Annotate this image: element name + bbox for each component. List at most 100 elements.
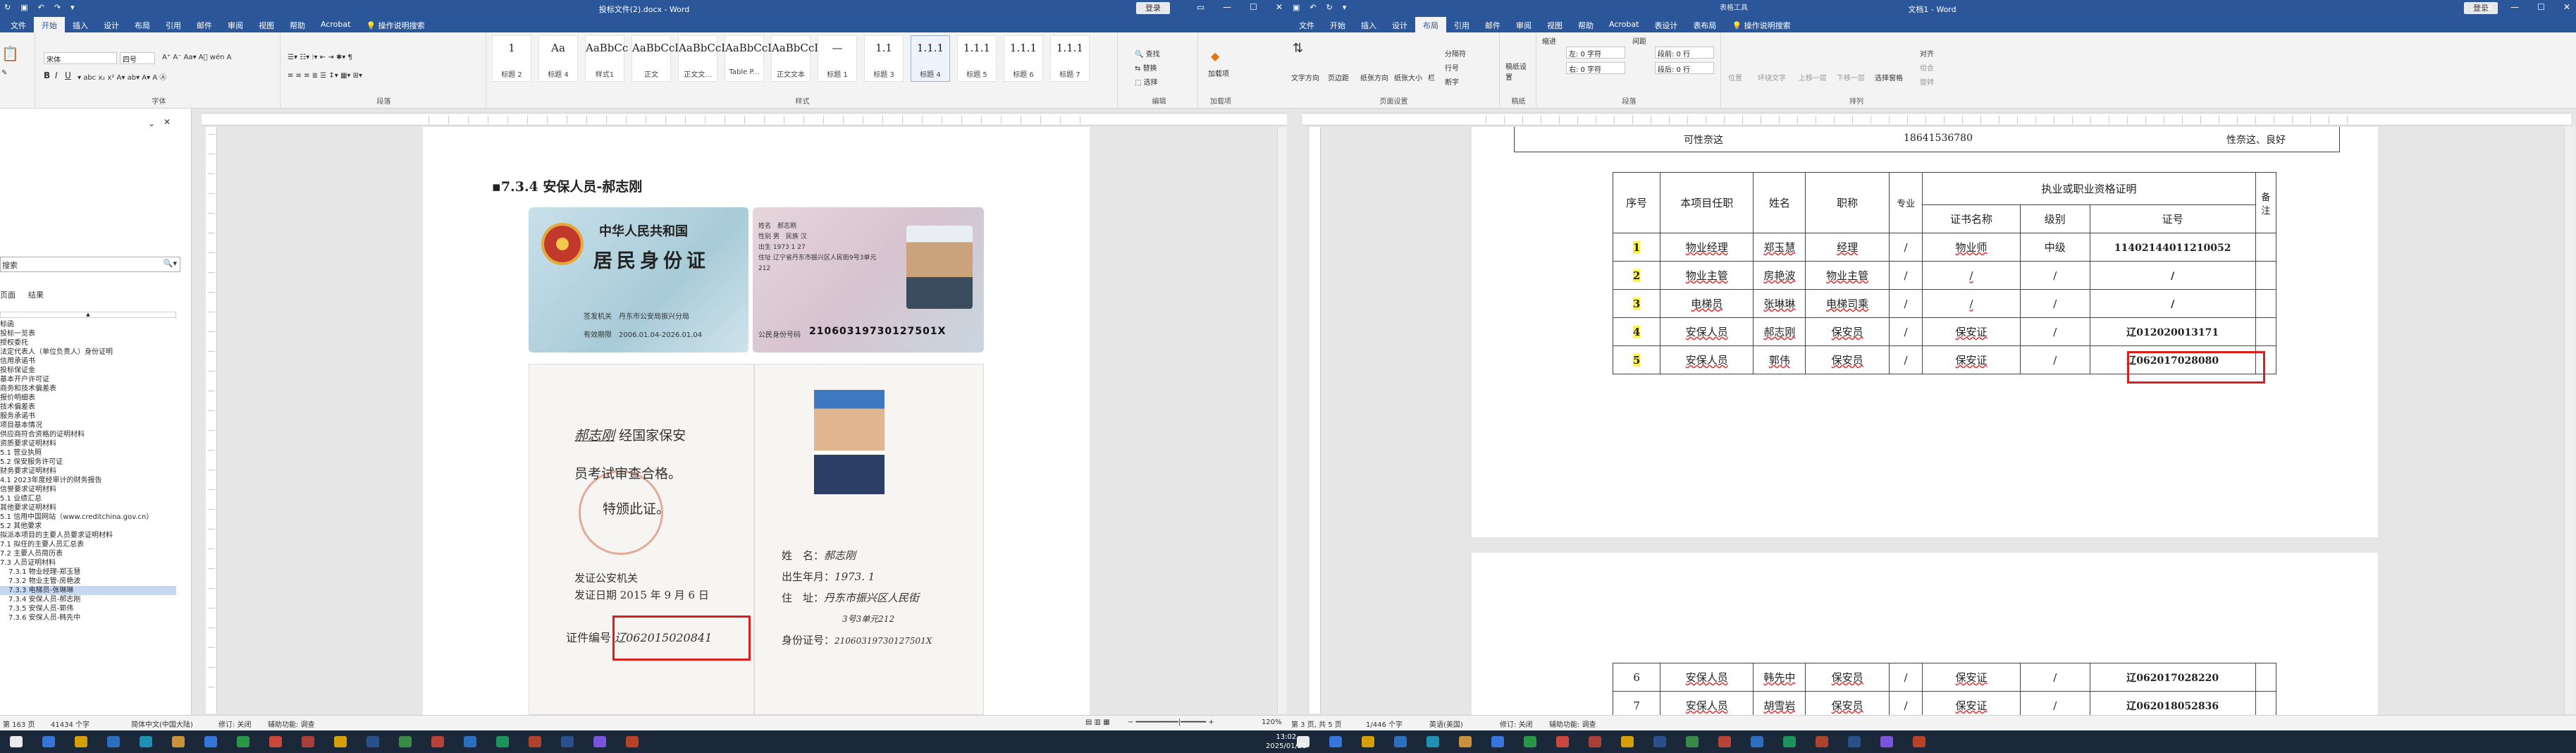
nav-heading-item[interactable]: 信誉要求证明材料 <box>0 485 176 494</box>
status-language[interactable]: 简体中文(中国大陆) <box>131 718 193 729</box>
taskbar-browser-icon[interactable] <box>1751 736 1763 747</box>
replace-button[interactable]: ⇆ 替换 <box>1135 62 1157 73</box>
nav-heading-item[interactable]: 7.3.2 物业主管-房艳波 <box>0 577 176 586</box>
nav-heading-item[interactable]: 信用承诺书 <box>0 357 176 366</box>
taskbar-app-icon[interactable] <box>593 736 606 747</box>
cell-major[interactable]: / <box>1889 663 1923 692</box>
nav-options-icon[interactable]: ⌄ <box>148 118 155 128</box>
nav-heading-item[interactable]: 基本开户许可证 <box>0 375 176 384</box>
status-accessibility[interactable]: 辅助功能: 调查 <box>268 718 315 729</box>
nav-heading-item[interactable]: 项目基本情况 <box>0 421 176 430</box>
spacing-before-input[interactable]: 段前: 0 行 <box>1655 47 1714 59</box>
taskbar-word-icon[interactable] <box>366 736 379 747</box>
style-item[interactable]: 1.1.1 标题 6 <box>1004 35 1043 82</box>
nav-heading-item[interactable]: 7.3.3 电梯员-张琳琳 <box>0 586 176 595</box>
taskbar-ppt-icon[interactable] <box>626 736 639 747</box>
tab-help[interactable]: 帮助 <box>282 17 313 32</box>
taskbar-pdf-icon[interactable] <box>431 736 444 747</box>
send-backward-button[interactable]: 下移一层 <box>1837 72 1865 82</box>
ribbon-display-icon[interactable]: ▭ <box>1197 2 1204 12</box>
cell-seq[interactable]: 5 <box>1612 345 1661 374</box>
hyphenation-button[interactable]: 断字 <box>1445 76 1459 87</box>
cell-level[interactable]: / <box>2020 289 2090 318</box>
cell-level[interactable]: / <box>2020 663 2090 692</box>
tab-references[interactable]: 引用 <box>158 17 189 32</box>
cell-title[interactable]: 保安员 <box>1805 345 1890 374</box>
taskbar-qq-icon[interactable] <box>1556 736 1569 747</box>
taskbar-tool-icon[interactable] <box>1816 736 1828 747</box>
addins-button[interactable]: 加载项 <box>1208 68 1229 78</box>
align-button[interactable]: 对齐 <box>1920 48 1934 59</box>
nav-scroll-up[interactable]: ▲ <box>0 312 176 318</box>
taskbar-excel-icon[interactable] <box>399 736 412 747</box>
style-item[interactable]: AaBbCcD 正文 <box>631 35 683 82</box>
cell-cert[interactable]: / <box>1922 261 2021 290</box>
tab-layout[interactable]: 布局 <box>127 17 158 32</box>
cell-cert[interactable]: 物业师 <box>1922 233 2021 262</box>
wrap-text-button[interactable]: 环绕文字 <box>1758 72 1786 82</box>
tab-insert[interactable]: 插入 <box>65 17 96 32</box>
nav-tab-results[interactable]: 结果 <box>28 289 44 300</box>
nav-tab-pages[interactable]: 页面 <box>0 289 16 300</box>
cell-no[interactable]: 11402144011210052 <box>2089 233 2256 262</box>
style-item[interactable]: 1.1.1 标题 5 <box>957 35 997 82</box>
nav-heading-item[interactable]: 投标一览表 <box>0 329 176 338</box>
margins-button[interactable]: 页边距 <box>1328 72 1349 82</box>
cell-no[interactable]: / <box>2089 261 2256 290</box>
cell-title[interactable]: 保安员 <box>1805 663 1890 692</box>
style-item[interactable]: AaBbCcDc 正文文本 <box>771 35 829 82</box>
taskbar-mail-icon[interactable] <box>1491 736 1504 747</box>
taskbar-folder-icon[interactable] <box>1459 736 1472 747</box>
right-vertical-ruler[interactable] <box>1309 127 1321 714</box>
taskbar-pdf-icon[interactable] <box>1718 736 1731 747</box>
tab-acrobat[interactable]: Acrobat <box>313 17 358 32</box>
cell-cert[interactable]: 保安证 <box>1922 317 2021 346</box>
nav-heading-item[interactable]: 5.1 业绩汇总 <box>0 494 176 503</box>
style-item[interactable]: — 标题 1 <box>818 35 857 82</box>
taskbar-browser-icon[interactable] <box>464 736 476 747</box>
rotate-button[interactable]: 旋转 <box>1920 76 1934 87</box>
cell-role[interactable]: 安保人员 <box>1660 663 1754 692</box>
line-numbers-button[interactable]: 行号 <box>1445 62 1459 73</box>
cell-level[interactable]: 中级 <box>2020 233 2090 262</box>
cell-name[interactable]: 张琳琳 <box>1753 289 1806 318</box>
cell-title[interactable]: 保安员 <box>1805 317 1890 346</box>
group-button[interactable]: 组合 <box>1920 62 1934 73</box>
tab-design[interactable]: 设计 <box>96 17 127 32</box>
taskbar-qq-icon[interactable] <box>269 736 282 747</box>
cell-note[interactable] <box>2255 289 2277 318</box>
cell-name[interactable]: 郑玉慧 <box>1753 233 1806 262</box>
taskbar-app-icon[interactable] <box>1621 736 1634 747</box>
taskbar-app-icon[interactable] <box>1880 736 1893 747</box>
nav-search-icon[interactable]: 🔍▾ <box>164 259 177 268</box>
style-item[interactable]: 1.1 标题 3 <box>864 35 904 82</box>
cell-role[interactable]: 安保人员 <box>1660 317 1754 346</box>
nav-heading-item[interactable]: 5.2 保安服务许可证 <box>0 458 176 467</box>
taskbar-chrome-icon[interactable] <box>1426 736 1439 747</box>
style-item[interactable]: 1.1.1 标题 7 <box>1050 35 1090 82</box>
cell-no[interactable]: 辽062017028220 <box>2089 663 2256 692</box>
taskbar-tool-icon[interactable] <box>529 736 541 747</box>
bring-forward-button[interactable]: 上移一层 <box>1799 72 1827 82</box>
addins-icon[interactable]: ◆ <box>1211 49 1219 63</box>
r-tab-file[interactable]: 文件 <box>1291 17 1322 32</box>
tab-review[interactable]: 审阅 <box>220 17 251 32</box>
right-minimize-icon[interactable]: — <box>2510 2 2519 12</box>
cell-note[interactable] <box>2255 233 2277 262</box>
indent-right-input[interactable]: 右: 0 字符 <box>1566 62 1625 74</box>
selection-pane-button[interactable]: 选择窗格 <box>1875 72 1903 82</box>
maximize-icon[interactable]: ☐ <box>1250 2 1257 12</box>
r-tab-acrobat[interactable]: Acrobat <box>1601 17 1646 32</box>
nav-heading-item[interactable]: 7.3.6 安保人员-韩先中 <box>0 613 176 623</box>
taskbar-search-icon[interactable] <box>1329 736 1342 747</box>
right-vertical-scrollbar[interactable] <box>2564 127 2575 714</box>
vertical-ruler[interactable] <box>206 127 217 714</box>
breaks-button[interactable]: 分隔符 <box>1445 48 1466 59</box>
r-tab-home[interactable]: 开始 <box>1322 17 1353 32</box>
nav-search-input[interactable]: 搜索 🔍▾ <box>0 257 180 272</box>
taskbar-edge-icon[interactable] <box>1394 736 1407 747</box>
nav-heading-item[interactable]: 服务承诺书 <box>0 412 176 421</box>
taskbar-mail-icon[interactable] <box>204 736 217 747</box>
underline-icon[interactable]: U <box>65 71 71 80</box>
font-name-box[interactable]: 宋体 <box>44 52 117 64</box>
